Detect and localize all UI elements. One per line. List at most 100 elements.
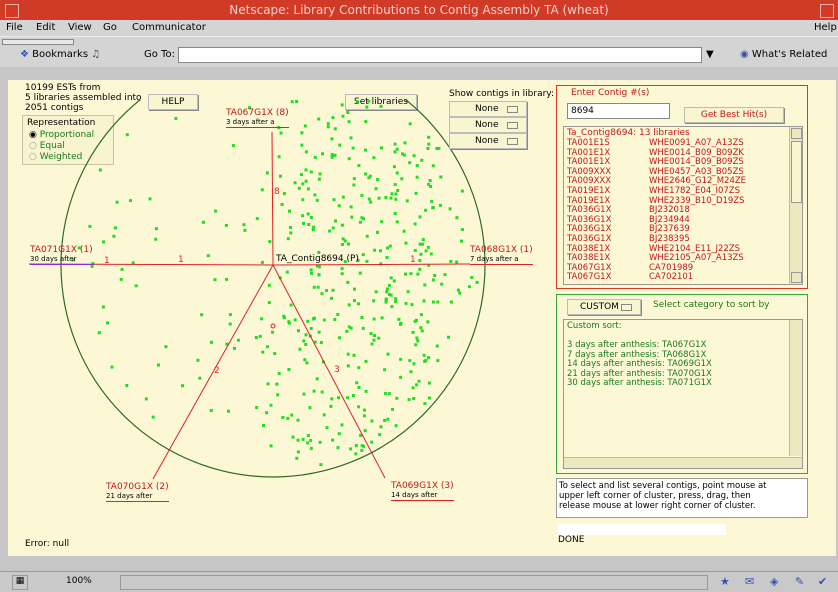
contig-point[interactable]	[383, 419, 387, 422]
contig-point[interactable]	[431, 206, 435, 210]
contig-point[interactable]	[426, 320, 430, 324]
contig-point[interactable]	[467, 285, 471, 289]
contig-point[interactable]	[288, 209, 291, 213]
contig-point[interactable]	[352, 177, 356, 181]
contig-point[interactable]	[380, 220, 384, 224]
contig-point[interactable]	[317, 273, 321, 277]
contig-point[interactable]	[295, 456, 299, 460]
contig-point[interactable]	[280, 203, 284, 206]
contig-point[interactable]	[125, 133, 129, 137]
contig-point[interactable]	[309, 327, 313, 330]
contig-point[interactable]	[312, 285, 316, 289]
url-dropdown-icon[interactable]: ▼	[706, 49, 714, 60]
contig-point[interactable]	[413, 319, 417, 323]
contig-point[interactable]	[267, 301, 271, 305]
contig-point[interactable]	[391, 407, 394, 411]
contig-results-list[interactable]: Ta_Contig8694: 13 libraries TA001E1S WHE0…	[563, 126, 803, 285]
window-title-bar[interactable]: Netscape: Library Contributions to Conti…	[0, 0, 838, 20]
contig-point[interactable]	[320, 390, 324, 394]
contig-point[interactable]	[420, 158, 424, 162]
contig-point[interactable]	[317, 117, 321, 121]
contig-point[interactable]	[385, 287, 389, 291]
contig-point[interactable]	[355, 381, 359, 385]
contig-point[interactable]	[394, 192, 398, 196]
composer-icon[interactable]: ✎	[795, 575, 804, 588]
contig-point[interactable]	[346, 364, 350, 368]
contig-point[interactable]	[102, 240, 106, 244]
contig-point[interactable]	[380, 316, 384, 320]
contig-point[interactable]	[224, 223, 228, 227]
contig-point[interactable]	[303, 358, 307, 362]
contig-point[interactable]	[369, 332, 373, 335]
contig-point[interactable]	[322, 318, 326, 322]
contig-point[interactable]	[390, 305, 394, 309]
library-select-2[interactable]: None	[449, 117, 527, 133]
contig-point[interactable]	[360, 316, 364, 319]
contig-point[interactable]	[390, 192, 394, 196]
contig-point[interactable]	[209, 409, 213, 412]
contig-point[interactable]	[309, 216, 313, 219]
contig-point[interactable]	[397, 317, 401, 321]
contig-point[interactable]	[322, 413, 326, 417]
contig-point[interactable]	[393, 183, 397, 187]
contig-point[interactable]	[404, 241, 408, 245]
contig-point[interactable]	[421, 238, 425, 242]
contig-point[interactable]	[394, 424, 398, 428]
contig-point[interactable]	[414, 191, 418, 195]
contig-point[interactable]	[302, 221, 305, 225]
navigator-icon[interactable]: ★	[720, 575, 730, 588]
contig-point[interactable]	[364, 172, 368, 176]
contig-point[interactable]	[427, 381, 431, 385]
contig-point[interactable]	[421, 242, 425, 246]
contig-point[interactable]	[337, 396, 340, 400]
contig-point[interactable]	[110, 365, 114, 369]
contig-point[interactable]	[404, 301, 408, 305]
contig-point[interactable]	[233, 346, 236, 350]
contig-point[interactable]	[428, 179, 432, 182]
contig-point[interactable]	[254, 336, 258, 339]
contig-point[interactable]	[387, 283, 391, 287]
contig-point[interactable]	[374, 187, 378, 191]
contig-point[interactable]	[269, 444, 273, 448]
contig-point[interactable]	[286, 237, 290, 241]
contig-point[interactable]	[399, 375, 403, 379]
contig-point[interactable]	[331, 288, 335, 292]
contig-point[interactable]	[388, 244, 392, 248]
contig-point[interactable]	[367, 197, 371, 201]
contig-point[interactable]	[317, 265, 321, 269]
contig-point[interactable]	[317, 177, 321, 181]
contig-point[interactable]	[387, 392, 391, 396]
security-icon[interactable]: ▦	[12, 575, 28, 590]
contig-point[interactable]	[427, 182, 431, 186]
contig-point[interactable]	[427, 135, 431, 139]
contig-point[interactable]	[286, 416, 290, 420]
contig-point[interactable]	[326, 122, 330, 126]
contig-point[interactable]	[406, 290, 410, 294]
contig-point[interactable]	[341, 114, 345, 118]
contig-point[interactable]	[443, 273, 447, 277]
contig-point[interactable]	[354, 452, 358, 456]
contig-point[interactable]	[236, 338, 240, 342]
contig-point[interactable]	[395, 171, 399, 175]
contig-point[interactable]	[424, 249, 428, 253]
url-field[interactable]	[178, 47, 702, 63]
contig-point[interactable]	[306, 187, 310, 191]
contig-point[interactable]	[419, 313, 423, 317]
contig-point[interactable]	[395, 147, 399, 151]
contig-point[interactable]	[349, 205, 353, 209]
contig-point[interactable]	[338, 336, 341, 340]
contig-point[interactable]	[90, 264, 94, 268]
contig-point[interactable]	[296, 418, 300, 422]
contig-point[interactable]	[293, 181, 297, 185]
addressbook-icon[interactable]: ✔	[818, 575, 827, 588]
contig-point[interactable]	[376, 230, 379, 234]
contig-point[interactable]	[303, 124, 307, 128]
contig-point[interactable]	[275, 382, 279, 386]
contig-point[interactable]	[115, 200, 119, 204]
contig-point[interactable]	[300, 131, 304, 135]
contig-point[interactable]	[460, 189, 464, 193]
contig-point[interactable]	[242, 223, 246, 227]
contig-point[interactable]	[181, 384, 184, 388]
contig-point[interactable]	[439, 203, 442, 207]
contig-point[interactable]	[330, 296, 333, 300]
